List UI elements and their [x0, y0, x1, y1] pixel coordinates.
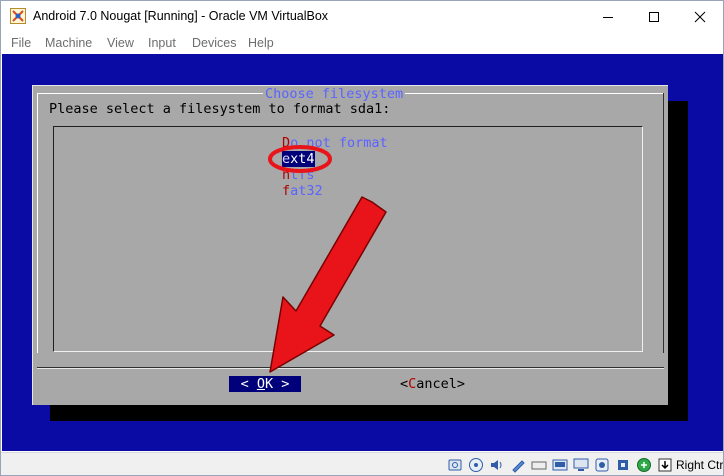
ok-bracket-left: < [240, 376, 257, 392]
status-bar: Right Ctrl [1, 452, 724, 475]
network-icon[interactable] [510, 457, 526, 473]
display-icon[interactable] [573, 457, 589, 473]
dialog-frame-right [663, 93, 664, 353]
dialog-title: Choose filesystem [263, 86, 406, 102]
dialog-frame-left [37, 93, 38, 353]
maximize-button[interactable] [631, 1, 677, 32]
ok-hotkey: O [256, 376, 265, 392]
option-ext4[interactable]: ext4 [282, 151, 315, 167]
hard-disk-icon[interactable] [447, 457, 463, 473]
choose-filesystem-dialog: Choose filesystem Please select a filesy… [32, 85, 668, 405]
maximize-icon [649, 11, 659, 22]
menu-file[interactable]: File [11, 36, 31, 50]
option-do-not-format[interactable]: Do not format [282, 135, 388, 151]
host-key-label: Right Ctrl [676, 458, 724, 472]
minimize-icon [603, 16, 613, 18]
ok-bracket-right: > [273, 376, 290, 392]
option-hotkey: D [282, 135, 291, 151]
cancel-bracket-right: > [456, 376, 466, 392]
window-title: Android 7.0 Nougat [Running] - Oracle VM… [33, 9, 329, 23]
audio-icon[interactable] [489, 457, 505, 473]
shared-folder-icon[interactable] [552, 457, 568, 473]
dialog-prompt: Please select a filesystem to format sda… [49, 101, 391, 117]
option-label: at32 [290, 183, 323, 199]
ok-button[interactable]: < OK > [229, 376, 301, 392]
optical-drive-icon[interactable] [468, 457, 484, 473]
ok-label: K [265, 376, 274, 392]
video-capture-icon[interactable] [594, 457, 610, 473]
close-button[interactable] [677, 1, 723, 32]
minimize-button[interactable] [585, 1, 631, 32]
virtualbox-window: Android 7.0 Nougat [Running] - Oracle VM… [0, 0, 724, 476]
option-hotkey: f [282, 183, 291, 199]
cancel-button[interactable]: <Cancel> [400, 376, 465, 392]
mouse-integration-icon[interactable] [636, 457, 652, 473]
usb-icon[interactable] [531, 457, 547, 473]
option-label: tfs [290, 167, 315, 183]
menu-devices[interactable]: Devices [192, 36, 236, 50]
cancel-bracket-left: < [400, 376, 409, 392]
virtualbox-app-icon [10, 8, 26, 24]
keyboard-capture-icon[interactable] [657, 457, 673, 473]
menu-bar: File Machine View Input Devices Help [1, 32, 723, 54]
option-hotkey: e [282, 151, 291, 167]
title-bar[interactable]: Android 7.0 Nougat [Running] - Oracle VM… [1, 1, 723, 32]
menu-view[interactable]: View [107, 36, 134, 50]
close-icon [694, 11, 706, 22]
option-label: o not format [290, 135, 388, 151]
option-fat32[interactable]: fat32 [282, 183, 323, 199]
cancel-label: ancel [416, 376, 457, 392]
option-hotkey: n [282, 167, 291, 183]
menu-machine[interactable]: Machine [45, 36, 92, 50]
vm-display[interactable]: Choose filesystem Please select a filesy… [2, 54, 723, 451]
button-row-divider-highlight [37, 368, 664, 369]
cpu-icon[interactable] [615, 457, 631, 473]
option-label: xt4 [290, 151, 315, 167]
filesystem-list: Do not format ext4 ntfs fat32 [53, 126, 643, 352]
menu-input[interactable]: Input [148, 36, 176, 50]
menu-help[interactable]: Help [248, 36, 274, 50]
option-ntfs[interactable]: ntfs [282, 167, 315, 183]
